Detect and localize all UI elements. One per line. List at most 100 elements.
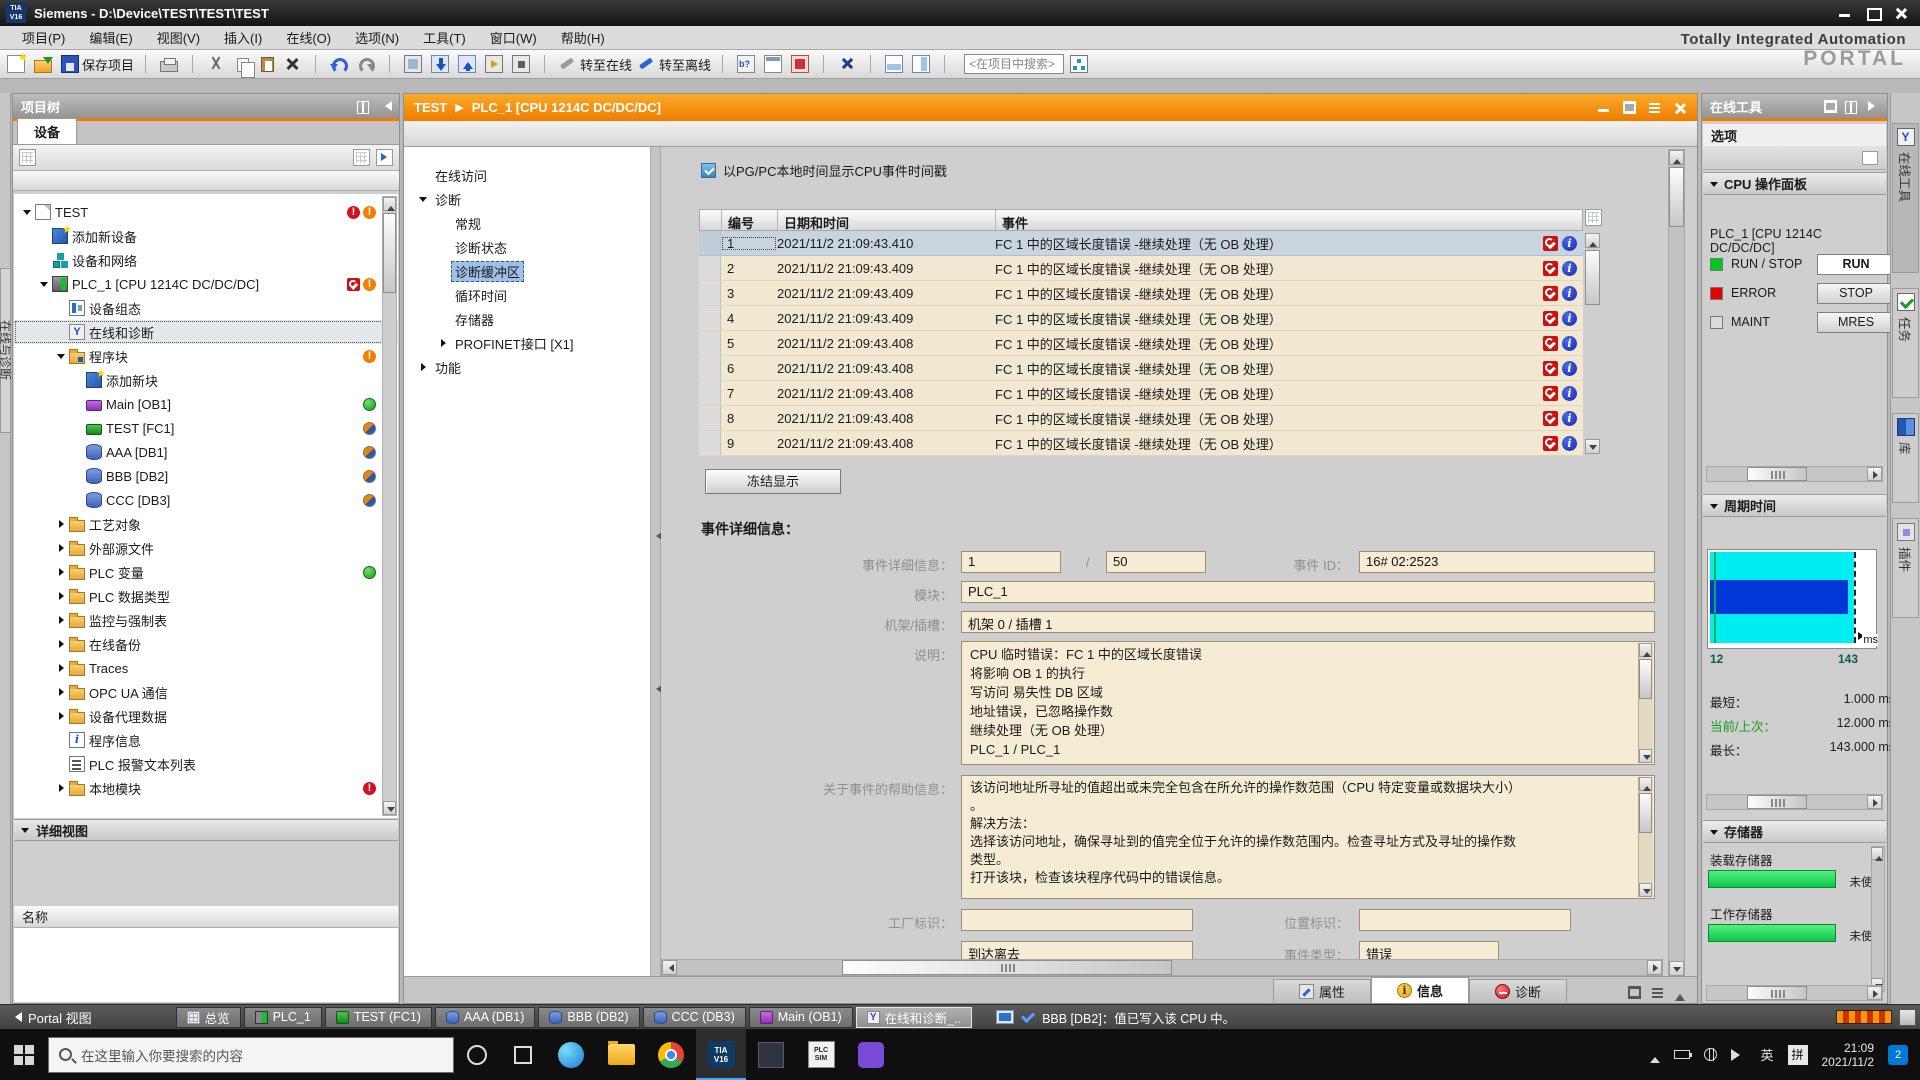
toolbar-button[interactable] bbox=[34, 56, 59, 73]
column-event[interactable]: 事件 bbox=[996, 210, 1526, 230]
event-row[interactable]: 8 2021/11/2 21:09:43.408 FC 1 中的区域长度错误 -… bbox=[699, 406, 1583, 431]
open-editor-tab[interactable]: TEST (FC1) bbox=[325, 1007, 432, 1028]
tree-item[interactable]: Main [OB1] bbox=[14, 392, 398, 416]
scroll-thumb[interactable] bbox=[1669, 167, 1684, 227]
editor-menu-icon[interactable] bbox=[1648, 102, 1661, 113]
maintenance-error-icon[interactable] bbox=[1543, 436, 1558, 451]
toolbar-button[interactable] bbox=[818, 55, 836, 73]
collapse-panel-icon[interactable] bbox=[378, 101, 391, 112]
event-info-icon[interactable] bbox=[1562, 386, 1577, 401]
toolbar-button[interactable] bbox=[7, 55, 32, 73]
scroll-up-icon[interactable] bbox=[383, 197, 396, 211]
detail-view-header[interactable]: 详细视图 bbox=[14, 819, 398, 841]
tree-item[interactable]: 程序信息 bbox=[14, 728, 398, 752]
tree-expander-icon[interactable] bbox=[73, 422, 85, 434]
tree-expander-icon[interactable] bbox=[56, 350, 68, 362]
rack-slot-field[interactable]: 机架 0 / 插槽 1 bbox=[961, 611, 1655, 633]
tree-item[interactable]: 工艺对象 bbox=[14, 512, 398, 536]
toolbar-button[interactable] bbox=[737, 55, 762, 73]
tree-expander-icon[interactable] bbox=[56, 710, 68, 722]
toolbar-button[interactable] bbox=[865, 55, 883, 73]
location-id-field[interactable] bbox=[1359, 909, 1571, 931]
menu-item[interactable]: 工具(T) bbox=[411, 26, 478, 49]
event-info-icon[interactable] bbox=[1562, 436, 1577, 451]
toolbar-button[interactable] bbox=[207, 55, 232, 73]
toolbar-button[interactable] bbox=[140, 55, 158, 73]
panel-columns-icon[interactable] bbox=[1845, 101, 1858, 112]
tree-expander-icon[interactable] bbox=[56, 518, 68, 530]
task-view-button[interactable] bbox=[500, 1046, 546, 1064]
nav-expander-icon[interactable] bbox=[418, 361, 430, 373]
toolbar-button[interactable] bbox=[485, 55, 510, 73]
task-card-tab[interactable]: 库 bbox=[1892, 413, 1919, 503]
tree-item[interactable]: 添加新块 bbox=[14, 368, 398, 392]
toolbar-button[interactable]: 转至在线 bbox=[559, 55, 636, 74]
event-info-icon[interactable] bbox=[1562, 286, 1577, 301]
task-card-tab[interactable]: 插件 bbox=[1892, 518, 1919, 618]
toolbar-button[interactable]: 保存项目 bbox=[61, 55, 138, 74]
scroll-thumb[interactable] bbox=[383, 213, 396, 293]
tree-item[interactable]: 设备代理数据 bbox=[14, 704, 398, 728]
inspector-tab[interactable]: 属性 bbox=[1273, 979, 1371, 1003]
inspector-tab[interactable]: 诊断 bbox=[1469, 979, 1567, 1003]
close-icon[interactable] bbox=[1894, 7, 1908, 19]
taskbar-app[interactable] bbox=[546, 1029, 596, 1080]
diagnostics-nav-item[interactable]: 存储器 bbox=[404, 307, 650, 331]
show-network-icon[interactable] bbox=[1070, 55, 1088, 73]
taskbar-app[interactable] bbox=[746, 1029, 796, 1080]
scroll-down-icon[interactable] bbox=[1639, 749, 1652, 763]
panel-float-icon[interactable] bbox=[1824, 101, 1837, 112]
toolbar-button[interactable]: 转至离线 bbox=[638, 55, 715, 74]
task-card-tab[interactable]: 任务 bbox=[1892, 288, 1919, 398]
cycle-time-section-header[interactable]: 周期时间 bbox=[1703, 494, 1886, 517]
memory-hscrollbar[interactable] bbox=[1706, 985, 1883, 1001]
scroll-left-icon[interactable] bbox=[662, 960, 677, 975]
tree-expander-icon[interactable] bbox=[56, 590, 68, 602]
action-center-icon[interactable]: 2 bbox=[1888, 1045, 1908, 1065]
scroll-right-icon[interactable] bbox=[1867, 986, 1882, 1000]
toolbar-button[interactable] bbox=[791, 55, 816, 73]
splitter[interactable] bbox=[651, 147, 661, 976]
open-editor-tab[interactable]: AAA (DB1) bbox=[435, 1007, 535, 1028]
diagnostics-nav-item[interactable]: 常规 bbox=[404, 211, 650, 235]
scroll-up-icon[interactable] bbox=[1585, 233, 1600, 248]
tree-item[interactable]: TEST bbox=[14, 200, 398, 224]
cpu-panel-scrollbar[interactable] bbox=[1706, 466, 1883, 482]
tree-item[interactable]: 外部源文件 bbox=[14, 536, 398, 560]
menu-item[interactable]: 窗口(W) bbox=[478, 26, 549, 49]
tree-expander-icon[interactable] bbox=[56, 686, 68, 698]
tab-devices[interactable]: 设备 bbox=[17, 118, 77, 144]
tree-expander-icon[interactable] bbox=[56, 566, 68, 578]
event-row[interactable]: 3 2021/11/2 21:09:43.409 FC 1 中的区域长度错误 -… bbox=[699, 281, 1583, 306]
open-editor-tab[interactable]: BBB (DB2) bbox=[538, 1007, 639, 1028]
project-tree-scrollbar[interactable] bbox=[382, 196, 397, 816]
inspector-float-icon[interactable] bbox=[1628, 987, 1641, 998]
tree-expander-icon[interactable] bbox=[56, 638, 68, 650]
open-editor-tab[interactable]: 在线和诊断_.. bbox=[856, 1007, 972, 1028]
scroll-down-icon[interactable] bbox=[1669, 961, 1684, 976]
network-icon[interactable] bbox=[1704, 1048, 1717, 1061]
breadcrumb-root[interactable]: TEST bbox=[414, 100, 447, 115]
toolbar-button[interactable] bbox=[283, 55, 308, 73]
tree-expander-icon[interactable] bbox=[39, 278, 51, 290]
column-datetime[interactable]: 日期和时间 bbox=[778, 210, 996, 230]
description-field[interactable]: CPU 临时错误：FC 1 中的区域长度错误将影响 OB 1 的执行写访问 易失… bbox=[961, 641, 1655, 765]
scroll-thumb[interactable] bbox=[1639, 659, 1652, 699]
scroll-right-icon[interactable] bbox=[1867, 467, 1882, 481]
scroll-down-icon[interactable] bbox=[1639, 883, 1652, 897]
tree-item[interactable]: 设备和网络 bbox=[14, 248, 398, 272]
memory-scrollbar[interactable] bbox=[1871, 846, 1885, 992]
tree-item[interactable]: AAA [DB1] bbox=[14, 440, 398, 464]
event-row[interactable]: 4 2021/11/2 21:09:43.409 FC 1 中的区域长度错误 -… bbox=[699, 306, 1583, 331]
scroll-thumb[interactable] bbox=[1585, 250, 1600, 305]
clock[interactable]: 21:09 2021/11/2 bbox=[1822, 1041, 1875, 1069]
expand-all-icon[interactable] bbox=[376, 149, 393, 166]
event-row[interactable]: 6 2021/11/2 21:09:43.408 FC 1 中的区域长度错误 -… bbox=[699, 356, 1583, 381]
toolbar-button[interactable] bbox=[539, 55, 557, 73]
column-settings-icon[interactable] bbox=[1585, 209, 1602, 226]
event-row[interactable]: 1 2021/11/2 21:09:43.410 FC 1 中的区域长度错误 -… bbox=[699, 231, 1583, 256]
details-view-icon[interactable] bbox=[353, 149, 370, 166]
scroll-down-icon[interactable] bbox=[383, 801, 396, 815]
editor-minimize-icon[interactable] bbox=[1597, 102, 1611, 114]
panel-columns-icon[interactable] bbox=[357, 101, 370, 112]
